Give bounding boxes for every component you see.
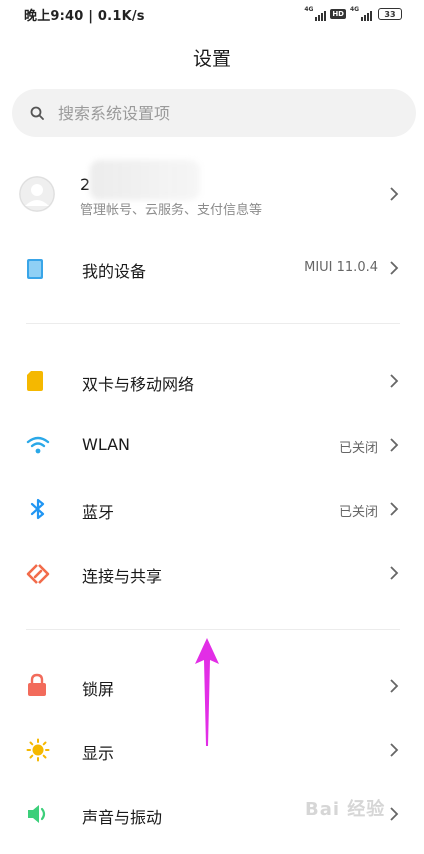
search-box[interactable]	[12, 89, 416, 137]
wlan-row[interactable]: WLAN 已关闭	[0, 424, 424, 468]
sun-icon	[26, 738, 50, 762]
bluetooth-status: 已关闭	[338, 505, 378, 520]
page-title: 设置	[192, 48, 231, 70]
lock-icon	[28, 673, 46, 696]
chevron-right-icon	[390, 679, 399, 693]
sim-network-row[interactable]: 双卡与移动网络	[0, 360, 424, 404]
signal-icon-2: 4G	[350, 6, 372, 21]
account-subtitle: 管理帐号、云服务、支付信息等	[80, 203, 263, 218]
chevron-right-icon	[390, 438, 399, 452]
battery-icon: 33	[378, 8, 402, 20]
share-icon	[26, 564, 50, 584]
divider	[26, 629, 400, 630]
chevron-right-icon	[390, 374, 399, 388]
chevron-right-icon	[390, 502, 399, 516]
connection-sharing-row[interactable]: 连接与共享	[0, 552, 424, 596]
lock-screen-label: 锁屏	[82, 680, 115, 699]
up-arrow-annotation	[195, 638, 219, 746]
wlan-status: 已关闭	[338, 441, 378, 456]
hd-icon: HD	[330, 9, 346, 19]
bluetooth-row[interactable]: 蓝牙 已关闭	[0, 488, 424, 532]
sound-vibration-label: 声音与振动	[82, 808, 163, 827]
baidu-watermark: Bai 经验	[305, 799, 386, 820]
chevron-right-icon	[390, 807, 399, 821]
search-input[interactable]	[58, 89, 398, 137]
chevron-right-icon	[390, 261, 399, 275]
sim-network-label: 双卡与移动网络	[82, 375, 195, 394]
chevron-right-icon	[390, 743, 399, 757]
speaker-icon	[28, 805, 46, 823]
chevron-right-icon	[390, 566, 399, 580]
my-device-row[interactable]: 我的设备 MIUI 11.0.4	[0, 246, 424, 290]
display-label: 显示	[82, 744, 115, 763]
wlan-label: WLAN	[82, 435, 131, 454]
account-name-blur	[90, 160, 200, 200]
status-icons: 4G HD 4G 33	[304, 6, 402, 22]
my-device-version: MIUI 11.0.4	[304, 260, 378, 275]
account-name: 2	[80, 175, 91, 194]
tablet-icon	[27, 259, 43, 279]
bluetooth-label: 蓝牙	[82, 503, 115, 522]
chevron-right-icon	[390, 187, 399, 201]
divider	[26, 323, 400, 324]
avatar-icon	[19, 176, 55, 212]
bluetooth-icon	[30, 498, 45, 520]
my-device-label: 我的设备	[82, 262, 147, 281]
sim-card-icon	[27, 371, 43, 391]
status-bar: 晚上9:40 | 0.1K/s 4G HD 4G 33	[0, 0, 424, 28]
search-icon	[30, 106, 44, 120]
wifi-icon	[26, 436, 50, 454]
signal-icon: 4G	[304, 6, 327, 21]
status-time-speed: 晚上9:40 | 0.1K/s	[24, 9, 145, 24]
connection-sharing-label: 连接与共享	[82, 567, 163, 586]
avatar	[19, 176, 55, 212]
